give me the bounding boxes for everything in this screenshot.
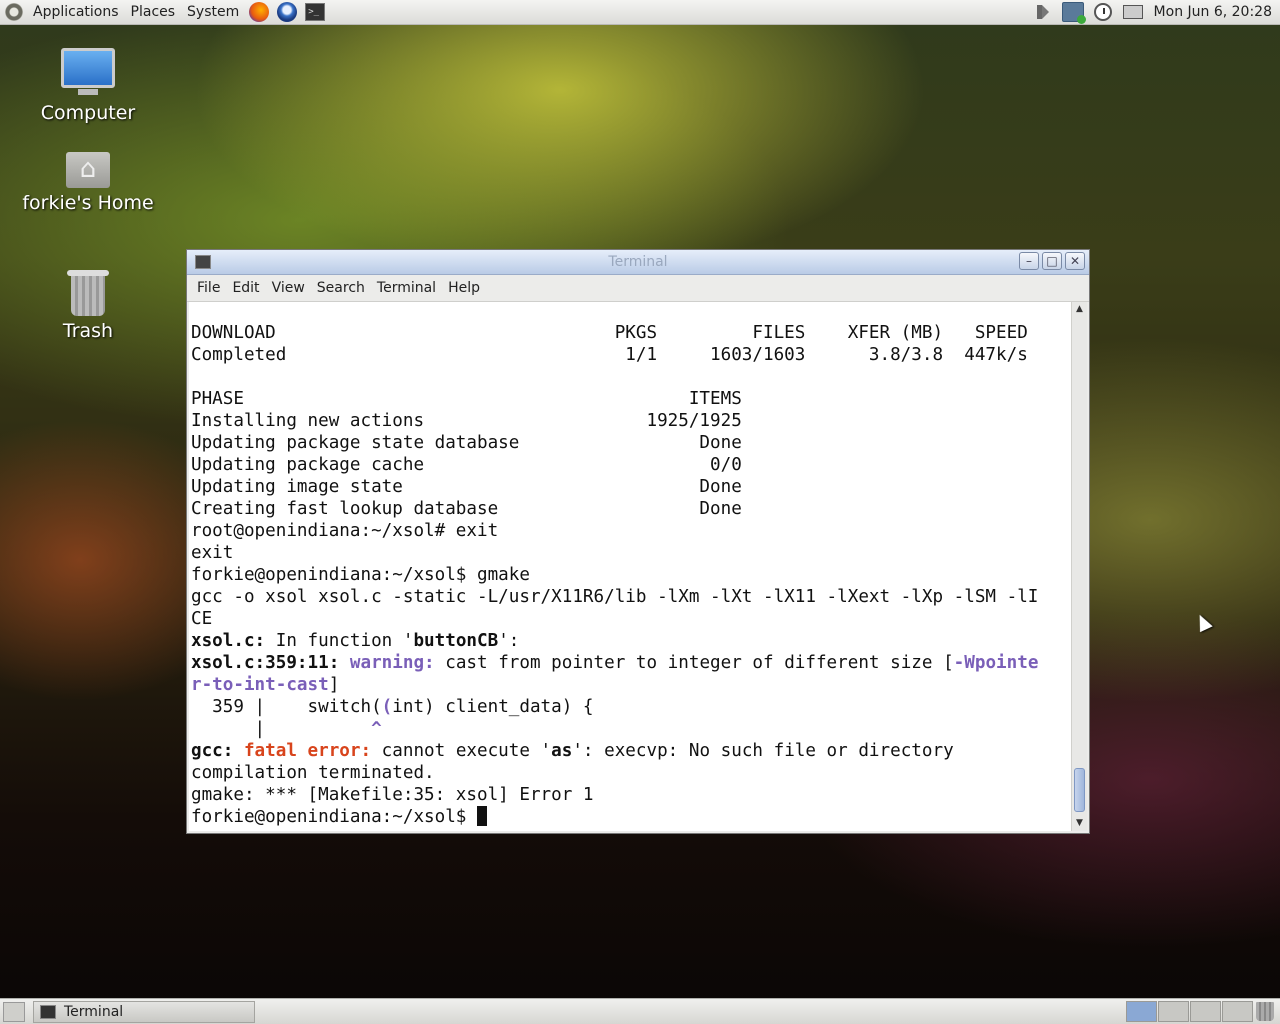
terminal-line: Updating image state Done — [191, 477, 742, 497]
panel-clock[interactable]: Mon Jun 6, 20:28 — [1148, 4, 1280, 20]
terminal-line: Updating package cache 0/0 — [191, 455, 742, 475]
bottom-panel: Terminal — [0, 998, 1280, 1024]
thunderbird-launcher[interactable] — [276, 1, 298, 23]
show-desktop-button[interactable] — [3, 1002, 25, 1022]
menu-system[interactable]: System — [181, 0, 245, 25]
error-name: as — [551, 741, 573, 761]
terminal-line: exit — [191, 543, 234, 563]
scroll-down-arrow-icon[interactable]: ▼ — [1072, 816, 1087, 831]
terminal-window[interactable]: Terminal – □ ✕ File Edit View Search Ter… — [186, 249, 1090, 834]
terminal-line: compilation terminated. — [191, 763, 435, 783]
taskbar-label: Terminal — [64, 1004, 124, 1020]
desktop-icon-label: Computer — [40, 102, 136, 124]
terminal-line: Completed 1/1 1603/1603 3.8/3.8 447k/s — [191, 345, 1028, 365]
terminal-line: PHASE ITEMS — [191, 389, 742, 409]
window-titlebar[interactable]: Terminal – □ ✕ — [187, 250, 1089, 275]
window-menubar: File Edit View Search Terminal Help — [187, 275, 1089, 302]
desktop-icon-label: forkie's Home — [22, 192, 154, 214]
code-prefix: 359 | switch( — [191, 697, 382, 717]
menu-view[interactable]: View — [266, 280, 311, 296]
desktop-icon-home[interactable]: forkie's Home — [8, 152, 168, 214]
caret: ^ — [371, 719, 382, 739]
terminal-icon: >_ — [305, 3, 326, 21]
fn-end: ': — [498, 631, 520, 651]
mouse-pointer-icon — [1193, 611, 1213, 633]
volume-applet[interactable] — [1032, 1, 1054, 23]
firefox-icon — [249, 2, 270, 22]
menu-file[interactable]: File — [191, 280, 226, 296]
workspace-switcher — [1126, 1001, 1254, 1022]
terminal-line: root@openindiana:~/xsol# exit — [191, 521, 499, 541]
terminal-line: Updating package state database Done — [191, 433, 742, 453]
terminal-line: gcc -o xsol xsol.c -static -L/usr/X11R6/… — [191, 587, 1039, 607]
top-panel: Applications Places System >_ Mon Jun 6,… — [0, 0, 1280, 25]
thunderbird-icon — [277, 2, 298, 22]
taskbar-terminal-button[interactable]: Terminal — [33, 1001, 255, 1023]
terminal-scrollbar[interactable]: ▲ ▼ — [1071, 302, 1087, 831]
terminal-output[interactable]: DOWNLOAD PKGS FILES XFER (MB) SPEED Comp… — [189, 302, 1073, 831]
caret-bar: | — [191, 719, 266, 739]
workspace-1[interactable] — [1126, 1001, 1157, 1022]
window-controls: – □ ✕ — [1019, 252, 1085, 270]
terminal-launcher[interactable]: >_ — [304, 1, 326, 23]
warning-flag: -Wpointe — [953, 653, 1039, 673]
warning-end: ] — [328, 675, 340, 695]
workspace-4[interactable] — [1222, 1001, 1253, 1022]
menu-terminal[interactable]: Terminal — [371, 280, 442, 296]
terminal-line: Creating fast lookup database Done — [191, 499, 742, 519]
power-applet[interactable] — [1122, 1, 1144, 23]
time-slider-applet[interactable] — [1092, 1, 1114, 23]
network-update-icon — [1061, 2, 1086, 24]
workspace-2[interactable] — [1158, 1001, 1189, 1022]
terminal-line: gmake: *** [Makefile:35: xsol] Error 1 — [191, 785, 594, 805]
fn-file: xsol.c: — [191, 631, 266, 651]
trash-icon — [67, 270, 109, 316]
terminal-line: Installing new actions 1925/1925 — [191, 411, 742, 431]
desktop-icon-trash[interactable]: Trash — [8, 270, 168, 342]
error-label: fatal error: — [233, 741, 372, 761]
warning-flag-cont: r-to-int-cast — [191, 675, 329, 695]
terminal-line: CE — [191, 609, 213, 629]
terminal-cursor — [477, 806, 487, 826]
caret-pad — [265, 719, 371, 739]
network-applet[interactable] — [1061, 1, 1086, 24]
trash-applet-icon[interactable] — [1256, 1002, 1274, 1021]
error-end: ': execvp: No such file or directory — [572, 741, 954, 761]
terminal-text: DOWNLOAD PKGS FILES XFER (MB) SPEED Comp… — [189, 322, 1038, 828]
fn-name: buttonCB — [413, 631, 499, 651]
code-rest: int) client_data) { — [392, 697, 594, 717]
terminal-prompt: forkie@openindiana:~/xsol$ — [191, 807, 477, 827]
terminal-line: forkie@openindiana:~/xsol$ gmake — [191, 565, 530, 585]
menu-help[interactable]: Help — [442, 280, 486, 296]
window-title: Terminal — [608, 254, 668, 270]
desktop-icon-computer[interactable]: Computer — [8, 48, 168, 124]
computer-icon — [61, 48, 115, 95]
fn-text: In function ' — [265, 631, 414, 651]
battery-icon — [1122, 5, 1143, 19]
menu-search[interactable]: Search — [311, 280, 371, 296]
warning-label: warning: — [339, 653, 435, 673]
warning-location: xsol.c:359:11: — [191, 653, 340, 673]
scroll-up-arrow-icon[interactable]: ▲ — [1072, 302, 1087, 317]
error-tool: gcc: — [191, 741, 234, 761]
terminal-icon — [40, 1005, 56, 1019]
code-paren: ( — [381, 697, 393, 717]
home-folder-icon — [66, 152, 110, 188]
warning-text: cast from pointer to integer of differen… — [434, 653, 954, 673]
workspace-3[interactable] — [1190, 1001, 1221, 1022]
terminal-line: DOWNLOAD PKGS FILES XFER (MB) SPEED — [191, 323, 1028, 343]
minimize-button[interactable]: – — [1019, 252, 1039, 270]
clock-icon — [1093, 3, 1112, 21]
menu-places[interactable]: Places — [125, 0, 182, 25]
firefox-launcher[interactable] — [248, 1, 270, 23]
menu-edit[interactable]: Edit — [226, 280, 265, 296]
openindiana-logo-icon[interactable] — [5, 3, 23, 21]
maximize-button[interactable]: □ — [1042, 252, 1062, 270]
close-button[interactable]: ✕ — [1065, 252, 1085, 270]
volume-icon — [1036, 5, 1049, 19]
scrollbar-thumb[interactable] — [1074, 768, 1085, 812]
desktop-icon-label: Trash — [62, 320, 114, 342]
error-text: cannot execute ' — [371, 741, 552, 761]
menu-applications[interactable]: Applications — [27, 0, 125, 25]
